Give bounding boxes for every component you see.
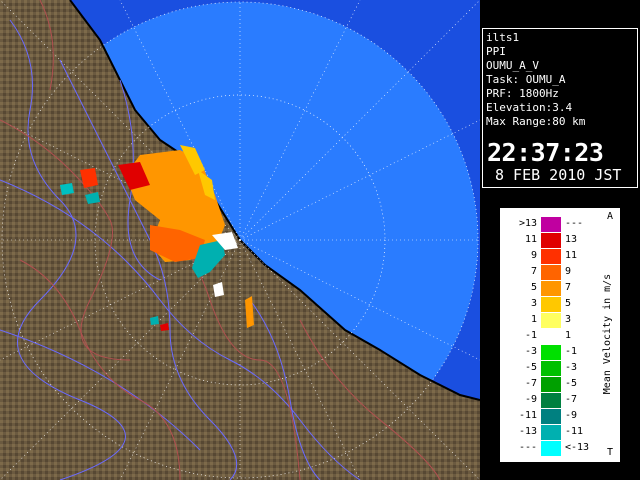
legend-corner-top: A <box>607 211 614 222</box>
legend-min-label: -9 <box>524 394 537 405</box>
legend-max-label: -1 <box>565 346 578 357</box>
legend-max-label: -7 <box>565 394 578 405</box>
legend-max-label: <-13 <box>565 442 590 453</box>
legend-swatch <box>541 361 561 376</box>
legend-swatch <box>541 313 561 328</box>
time-readout: 22:37:23 <box>487 138 604 167</box>
legend-min-label: --- <box>518 442 537 453</box>
legend-swatch <box>541 281 561 296</box>
legend-swatch <box>541 441 561 456</box>
legend-max-label: 9 <box>565 266 572 277</box>
legend-max-label: -3 <box>565 362 578 373</box>
radar-display[interactable] <box>0 0 480 480</box>
info-line-elevation: Elevation:3.4 <box>486 101 573 114</box>
legend-swatch <box>541 393 561 408</box>
legend-max-label: -9 <box>565 410 578 421</box>
legend-swatch <box>541 249 561 264</box>
legend-min-label: -13 <box>518 426 537 437</box>
legend-min-label: -11 <box>518 410 537 421</box>
legend-min-label: -5 <box>524 362 537 373</box>
info-line-station: ilts1 <box>486 31 520 44</box>
legend-swatch <box>541 425 561 440</box>
legend-swatch <box>541 377 561 392</box>
legend-min-label: 1 <box>530 314 537 325</box>
legend-title: Mean Velocity in m/s <box>602 273 613 395</box>
legend-max-label: 1 <box>565 330 572 341</box>
info-line-task: Task: OUMU_A <box>486 73 566 86</box>
legend-swatch <box>541 409 561 424</box>
velocity-legend: A >13 --- 11 13 9 11 7 9 5 7 3 5 1 3 -1 1 -3 -1 -5 -3 -7 -5 -9… <box>500 208 620 462</box>
info-line-max-range: Max Range:80 km <box>486 115 586 128</box>
legend-corner-bottom: T <box>607 447 614 458</box>
legend-max-label: --- <box>565 218 584 229</box>
legend-swatch <box>541 297 561 312</box>
radar-map <box>0 0 480 480</box>
side-panel: ilts1 PPI OUMU_A_V Task: OUMU_A PRF: 180… <box>480 0 640 480</box>
legend-max-label: 11 <box>565 250 578 261</box>
info-line-scan-type: PPI <box>486 45 506 58</box>
info-box: ilts1 PPI OUMU_A_V Task: OUMU_A PRF: 180… <box>482 28 638 188</box>
legend-min-label: >13 <box>518 218 537 229</box>
legend-max-label: 7 <box>565 282 572 293</box>
legend-swatch <box>541 233 561 248</box>
legend-max-label: 3 <box>565 314 572 325</box>
date-readout: 8 FEB 2010 JST <box>495 166 622 184</box>
info-line-prf: PRF: 1800Hz <box>486 87 559 100</box>
legend-swatch <box>541 265 561 280</box>
legend-min-label: 7 <box>530 266 537 277</box>
legend-max-label: -5 <box>565 378 578 389</box>
legend-min-label: -7 <box>524 378 537 389</box>
legend-max-label: -11 <box>565 426 584 437</box>
legend-min-label: 5 <box>530 282 537 293</box>
legend-min-label: 11 <box>524 234 537 245</box>
legend-max-label: 13 <box>565 234 578 245</box>
info-line-product: OUMU_A_V <box>486 59 539 72</box>
legend-min-label: 3 <box>530 298 537 309</box>
legend-swatch <box>541 329 561 344</box>
legend-max-label: 5 <box>565 298 572 309</box>
legend-min-label: -1 <box>524 330 537 341</box>
legend-swatch <box>541 345 561 360</box>
legend-min-label: -3 <box>524 346 537 357</box>
legend-swatch <box>541 217 561 232</box>
legend-min-label: 9 <box>530 250 537 261</box>
